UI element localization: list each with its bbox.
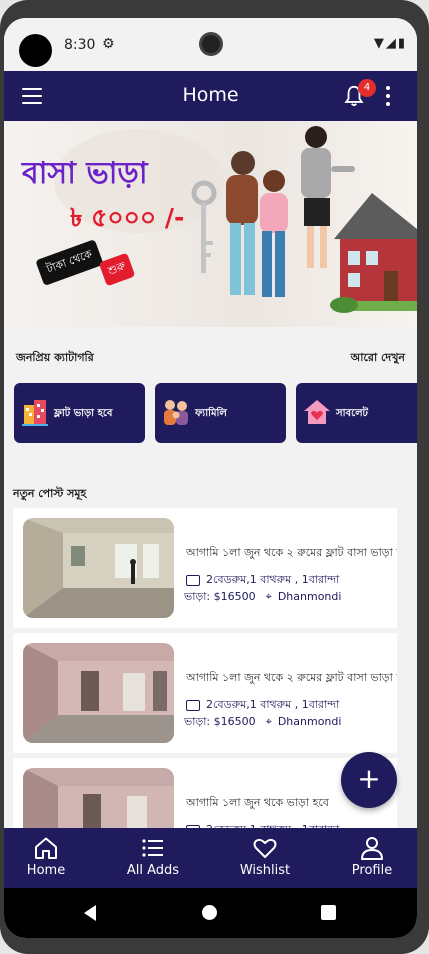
post-location: Dhanmondi <box>277 590 342 603</box>
camera-cutout <box>19 34 52 67</box>
nav-all-adds-label: All Adds <box>126 863 180 878</box>
category-flat-rent[interactable]: ফ্লাট ভাড়া হবে <box>14 383 145 443</box>
category-family[interactable]: ফ্যামিলি <box>155 383 286 443</box>
device-frame: 8:30 ⚙ ▼◢▮ Home 4 বাসা ভাড়া ৳ ৫০০০ /- ট… <box>0 0 429 954</box>
phone-screen: 8:30 ⚙ ▼◢▮ Home 4 বাসা ভাড়া ৳ ৫০০০ /- ট… <box>4 18 417 938</box>
system-home-icon[interactable] <box>202 905 217 920</box>
category-label: ফ্লাট ভাড়া হবে <box>54 408 113 419</box>
category-list: ফ্লাট ভাড়া হবে ফ্যামিলি সাবলেট <box>14 383 417 443</box>
see-more-link[interactable]: আরো দেখুন <box>351 349 405 368</box>
add-post-button[interactable]: + <box>341 752 397 808</box>
house-heart-icon <box>304 400 330 424</box>
promo-banner[interactable]: বাসা ভাড়া ৳ ৫০০০ /- টাকা থেকে শুরু <box>4 121 417 327</box>
status-time: 8:30 <box>64 37 96 53</box>
location-pin-icon: ⌖ <box>265 715 272 728</box>
nav-profile-label: Profile <box>351 863 393 878</box>
category-sublet[interactable]: সাবলেট <box>296 383 417 443</box>
new-posts-heading: নতুন পোস্ট সমূহ <box>13 487 87 500</box>
person-icon <box>361 837 383 860</box>
room-photo-illustration <box>23 518 174 618</box>
post-card[interactable]: আগামি ১লা জুন থকে ২ রুমের ফ্লাট বাসা ভাড… <box>13 633 397 753</box>
building-icon <box>22 400 48 426</box>
more-vert-icon[interactable] <box>386 86 390 106</box>
banner-price: ৳ ৫০০০ /- <box>70 203 185 232</box>
nav-wishlist-label: Wishlist <box>239 863 291 878</box>
post-rooms-text: 2বেডরুম,1 বাথরুম , 1বারান্দা <box>206 573 340 586</box>
post-card[interactable]: আগামি ১লা জুন থকে ২ রুমের ফ্লাট বাসা ভাড… <box>13 508 397 628</box>
post-price-row: ভাড়া: $16500 ⌖ Dhanmondi <box>184 588 341 607</box>
post-price-row: ভাড়া: $16500 ⌖ Dhanmondi <box>184 713 341 732</box>
post-rooms-text: 2বেডরুম,1 বাথরুম , 1বারান্দা <box>206 698 340 711</box>
post-price: ভাড়া: $16500 <box>184 715 256 728</box>
categories-heading: জনপ্রিয় ক্যাটাগরি <box>16 351 94 364</box>
recents-icon[interactable] <box>321 905 336 920</box>
app-bar: Home 4 <box>4 71 417 121</box>
post-photo <box>23 518 174 618</box>
nav-profile[interactable]: Profile <box>332 828 412 888</box>
nav-home[interactable]: Home <box>6 828 86 888</box>
post-title: আগামি ১লা জুন থকে ২ রুমের ফ্লাট বাসা ভাড… <box>186 546 397 559</box>
system-status-icons: ▼◢▮ <box>373 36 407 51</box>
category-label: ফ্যামিলি <box>195 408 227 419</box>
home-icon <box>35 837 57 859</box>
bottom-navigation: Home All Adds Wishlist Profile <box>4 828 417 888</box>
bed-icon <box>186 699 200 711</box>
system-navigation-bar <box>4 888 417 938</box>
banner-title: বাসা ভাড়া <box>22 156 148 191</box>
post-title: আগামি ১লা জুন থকে ২ রুমের ফ্লাট বাসা ভাড… <box>186 671 397 684</box>
post-price: ভাড়া: $16500 <box>184 590 256 603</box>
location-pin-icon: ⌖ <box>265 590 272 603</box>
status-bar: 8:30 ⚙ ▼◢▮ <box>4 18 417 71</box>
bed-icon <box>186 574 200 586</box>
nav-home-label: Home <box>26 863 66 878</box>
back-icon[interactable] <box>84 905 96 921</box>
family-icon <box>164 400 188 425</box>
nav-wishlist[interactable]: Wishlist <box>225 828 305 888</box>
settings-gear-icon: ⚙ <box>102 36 115 52</box>
room-photo-illustration <box>23 643 174 743</box>
heart-icon <box>253 838 277 858</box>
post-location: Dhanmondi <box>277 715 342 728</box>
category-label: সাবলেট <box>336 408 368 419</box>
post-photo <box>23 643 174 743</box>
list-icon <box>142 839 163 857</box>
notification-badge: 4 <box>358 79 376 97</box>
front-camera <box>199 32 223 56</box>
nav-all-adds[interactable]: All Adds <box>113 828 193 888</box>
